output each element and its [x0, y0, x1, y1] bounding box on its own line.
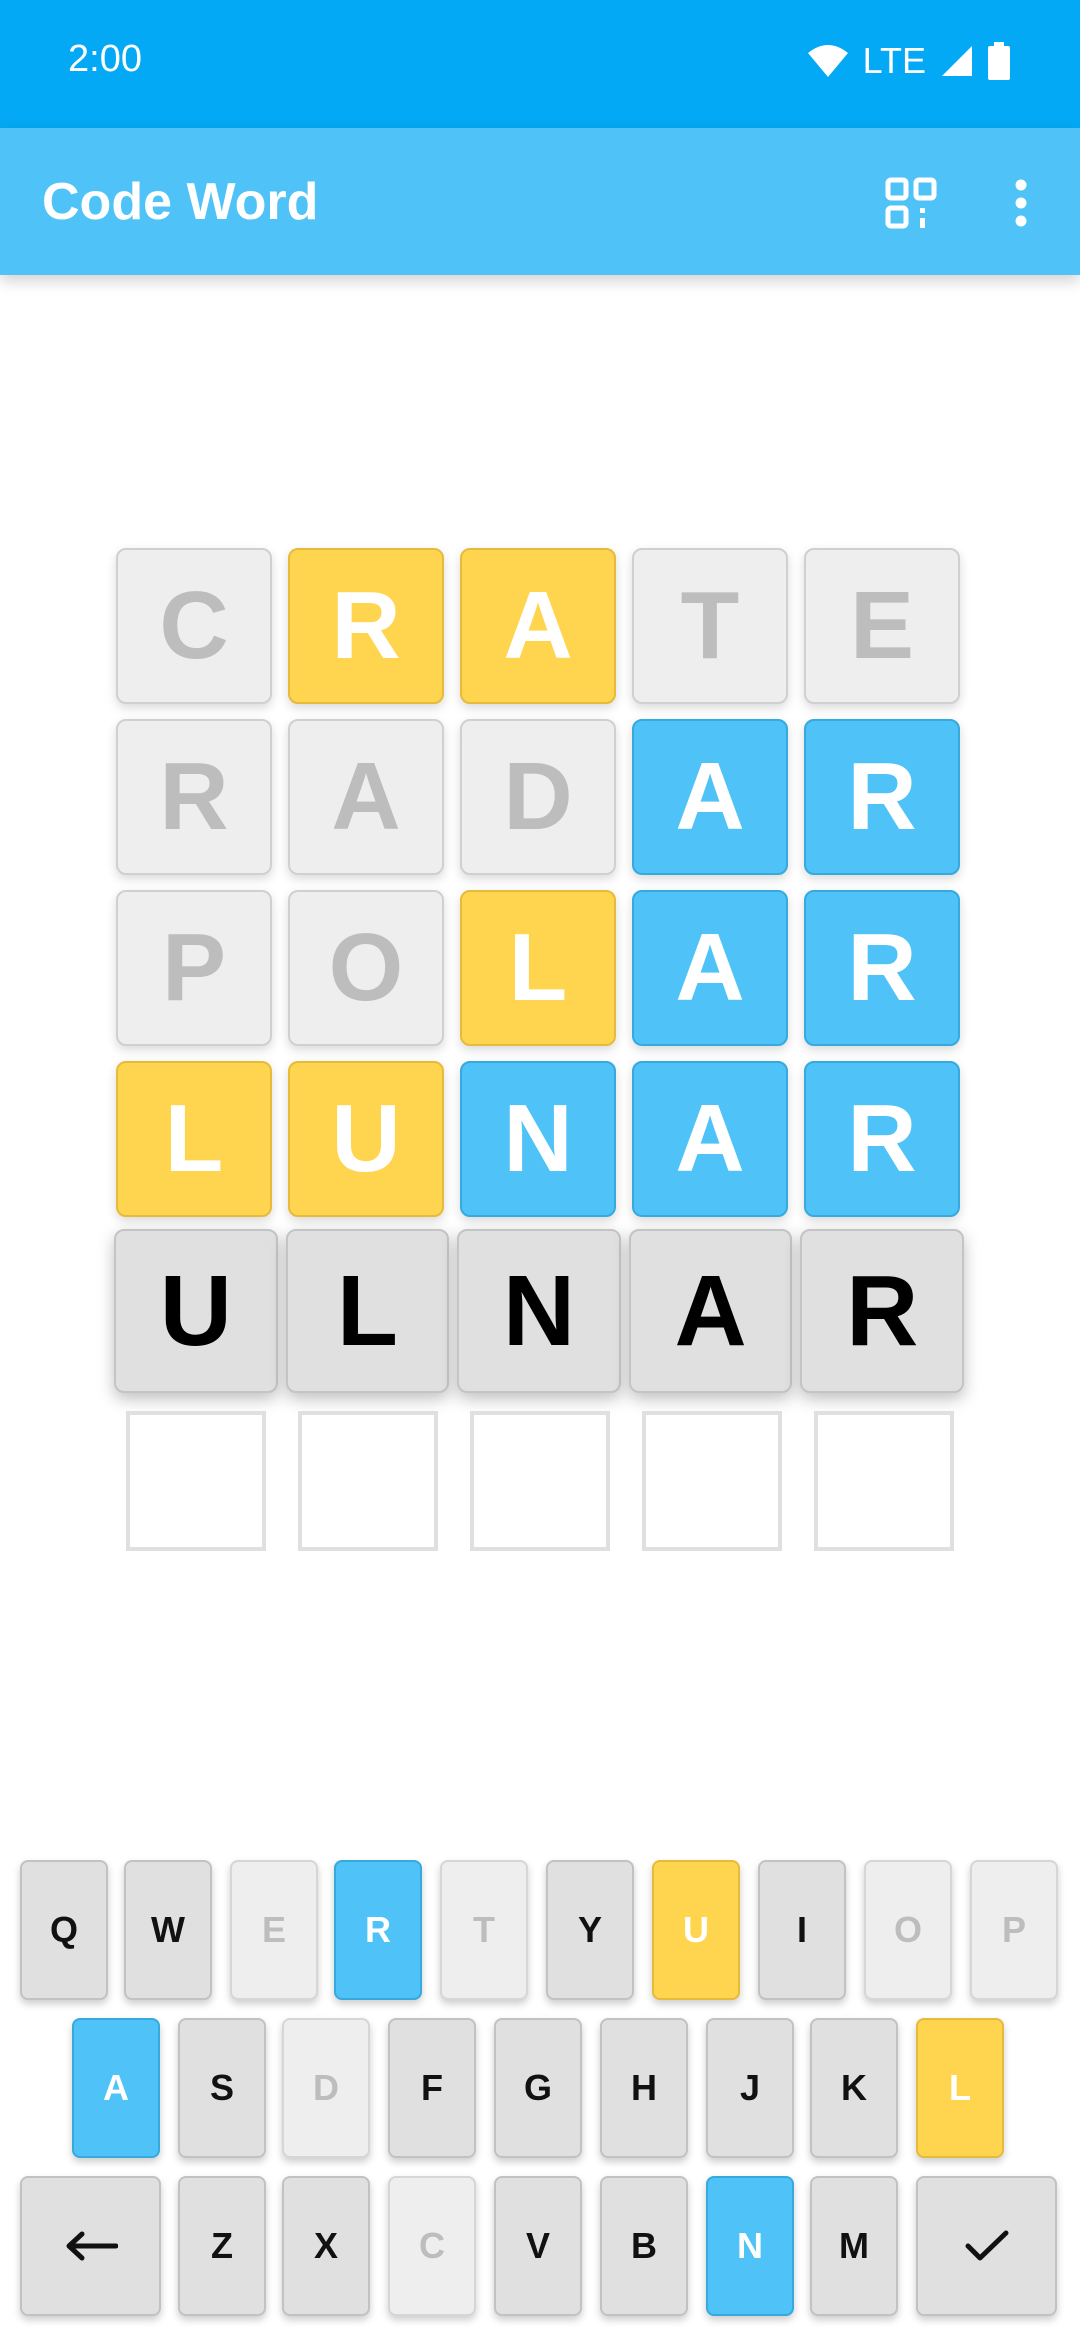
tile-present: U — [288, 1061, 444, 1217]
key-p[interactable]: P — [970, 1860, 1058, 2000]
key-d[interactable]: D — [282, 2018, 370, 2158]
current-guess-row: ULNAR — [114, 1229, 964, 1393]
tile-absent: A — [288, 719, 444, 875]
key-k[interactable]: K — [810, 2018, 898, 2158]
key-f[interactable]: F — [388, 2018, 476, 2158]
key-y[interactable]: Y — [546, 1860, 634, 2000]
battery-icon — [988, 42, 1010, 80]
tile-correct: R — [804, 719, 960, 875]
key-o[interactable]: O — [864, 1860, 952, 2000]
key-n[interactable]: N — [706, 2176, 794, 2316]
key-z[interactable]: Z — [178, 2176, 266, 2316]
more-vert-icon — [1015, 179, 1027, 227]
check-icon — [965, 2230, 1008, 2261]
status-icons: LTE — [807, 40, 1010, 82]
key-a[interactable]: A — [72, 2018, 160, 2158]
grid-icon — [885, 177, 937, 229]
key-w[interactable]: W — [124, 1860, 212, 2000]
key-x[interactable]: X — [282, 2176, 370, 2316]
keyboard-row: ASDFGHJKL — [20, 2018, 1060, 2176]
tile-correct: A — [632, 890, 788, 1046]
key-u[interactable]: U — [652, 1860, 740, 2000]
keyboard: QWERTYUIOPASDFGHJKLZXCVBNM — [20, 1860, 1060, 2334]
status-bar: 2:00 LTE — [0, 0, 1080, 128]
key-q[interactable]: Q — [20, 1860, 108, 2000]
key-v[interactable]: V — [494, 2176, 582, 2316]
tile-absent: T — [632, 548, 788, 704]
key-t[interactable]: T — [440, 1860, 528, 2000]
tile-absent: O — [288, 890, 444, 1046]
tile-correct: R — [804, 1061, 960, 1217]
app-bar: Code Word — [0, 128, 1080, 275]
wifi-icon — [807, 45, 848, 77]
key-s[interactable]: S — [178, 2018, 266, 2158]
tile-correct: A — [632, 1061, 788, 1217]
tile-present: R — [288, 548, 444, 704]
key-r[interactable]: R — [334, 1860, 422, 2000]
tile-absent: R — [116, 719, 272, 875]
guess-row: CRATE — [116, 548, 964, 704]
tile-correct: N — [460, 1061, 616, 1217]
tile-present: L — [116, 1061, 272, 1217]
key-i[interactable]: I — [758, 1860, 846, 2000]
tile-absent: D — [460, 719, 616, 875]
tile-correct: A — [632, 719, 788, 875]
keyboard-row: QWERTYUIOP — [20, 1860, 1060, 2018]
key-c[interactable]: C — [388, 2176, 476, 2316]
tile-current: A — [628, 1229, 793, 1393]
tile-empty — [126, 1411, 266, 1551]
tile-current: R — [800, 1229, 964, 1393]
tile-current: L — [285, 1229, 450, 1393]
overflow-menu-button[interactable] — [986, 168, 1056, 238]
key-b[interactable]: B — [600, 2176, 688, 2316]
tile-present: A — [460, 548, 616, 704]
enter-key[interactable] — [916, 2176, 1057, 2316]
keyboard-row: ZXCVBNM — [20, 2176, 1060, 2334]
guess-row: POLAR — [116, 890, 964, 1046]
tile-current: N — [457, 1229, 621, 1393]
guess-board: CRATERADARPOLARLUNARULNAR — [114, 548, 964, 1551]
tile-absent: E — [804, 548, 960, 704]
tile-absent: P — [116, 890, 272, 1046]
tile-present: L — [460, 890, 616, 1046]
stats-button[interactable] — [876, 168, 946, 238]
key-e[interactable]: E — [230, 1860, 318, 2000]
empty-row — [126, 1411, 964, 1551]
tile-empty — [814, 1411, 954, 1551]
network-type: LTE — [862, 40, 926, 81]
tile-empty — [642, 1411, 782, 1551]
key-m[interactable]: M — [810, 2176, 898, 2316]
status-time: 2:00 — [68, 38, 142, 80]
app-title: Code Word — [42, 173, 319, 231]
key-h[interactable]: H — [600, 2018, 688, 2158]
key-j[interactable]: J — [706, 2018, 794, 2158]
backspace-key[interactable] — [20, 2176, 161, 2316]
tile-absent: C — [116, 548, 272, 704]
guess-row: LUNAR — [116, 1061, 964, 1217]
guess-row: RADAR — [116, 719, 964, 875]
signal-icon — [942, 46, 972, 76]
tile-empty — [470, 1411, 610, 1551]
key-g[interactable]: G — [494, 2018, 582, 2158]
tile-current: U — [114, 1229, 278, 1393]
backspace-icon — [66, 2231, 118, 2261]
key-l[interactable]: L — [916, 2018, 1004, 2158]
tile-empty — [298, 1411, 438, 1551]
tile-correct: R — [804, 890, 960, 1046]
